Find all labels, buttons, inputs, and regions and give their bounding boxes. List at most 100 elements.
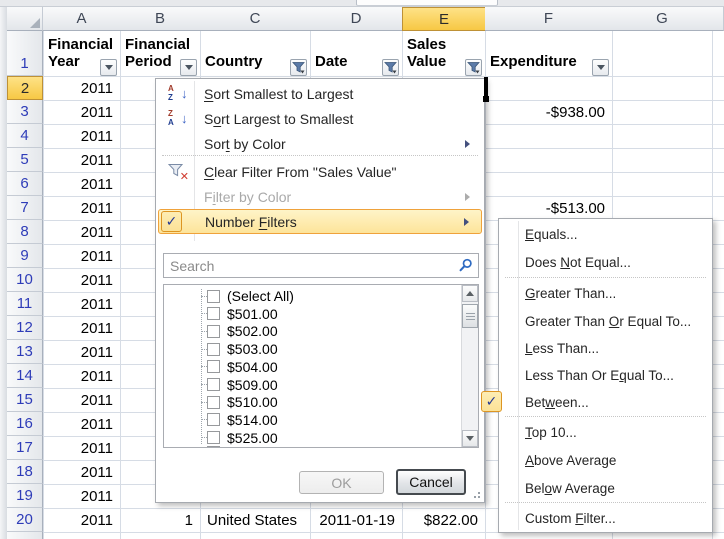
cell-a3[interactable]: 2011 — [44, 101, 120, 124]
filter-value-item[interactable]: (Select All) — [164, 287, 460, 305]
row-header-5[interactable]: 5 — [7, 148, 43, 172]
value-checkbox[interactable] — [207, 290, 220, 303]
cell-a4[interactable]: 2011 — [44, 125, 120, 148]
column-header-a[interactable]: A — [43, 7, 121, 31]
value-checkbox[interactable] — [207, 413, 220, 426]
cell-a19[interactable]: 2011 — [44, 485, 120, 508]
active-cell-fill-handle[interactable] — [483, 96, 489, 102]
cell-a10[interactable]: 2011 — [44, 269, 120, 292]
filter-value-item[interactable]: $525.00 — [164, 429, 460, 447]
filter-button-f[interactable] — [592, 59, 609, 76]
menu-item-sort-by-color[interactable]: Sort by Color — [158, 131, 482, 156]
row-header-18[interactable]: 18 — [7, 460, 43, 484]
value-checkbox[interactable] — [207, 307, 220, 320]
row-header-11[interactable]: 11 — [7, 292, 43, 316]
list-scrollbar[interactable] — [461, 285, 478, 447]
row-header-13[interactable]: 13 — [7, 340, 43, 364]
column-header-c[interactable]: C — [200, 7, 311, 31]
menu-item-sort-largest-to-smallest[interactable]: Sort Largest to SmallestZA↓ — [158, 106, 482, 131]
filter-value-item[interactable]: $503.00 — [164, 340, 460, 358]
cell-a16[interactable]: 2011 — [44, 413, 120, 436]
row-header-10[interactable]: 10 — [7, 268, 43, 292]
submenu-item-custom-filter[interactable]: Custom Filter... — [501, 505, 710, 532]
cell-f3[interactable]: -$938.00 — [486, 101, 612, 124]
row-header-3[interactable]: 3 — [7, 100, 43, 124]
cell-a7[interactable]: 2011 — [44, 197, 120, 220]
filter-button-d[interactable] — [382, 59, 399, 76]
cell-a11[interactable]: 2011 — [44, 293, 120, 316]
resize-grip[interactable] — [471, 489, 481, 499]
filter-value-item[interactable]: $504.00 — [164, 358, 460, 376]
search-icon[interactable] — [458, 258, 473, 273]
row-header-15[interactable]: 15 — [7, 388, 43, 412]
menu-item-sort-smallest-to-largest[interactable]: Sort Smallest to LargestAZ↓ — [158, 81, 482, 106]
filter-value-item[interactable]: $509.00 — [164, 376, 460, 394]
submenu-item-less-than[interactable]: Less Than... — [501, 335, 710, 362]
filter-value-item[interactable]: $502.00 — [164, 322, 460, 340]
filter-value-item[interactable]: $510.00 — [164, 393, 460, 411]
submenu-item-greater-than[interactable]: Greater Than... — [501, 280, 710, 307]
menu-item-number-filters[interactable]: Number Filters✓ — [158, 209, 482, 234]
cell-b20[interactable]: 1 — [121, 509, 200, 532]
cell-a12[interactable]: 2011 — [44, 317, 120, 340]
submenu-item-below-average[interactable]: Below Average — [501, 475, 710, 502]
cell-a13[interactable]: 2011 — [44, 341, 120, 364]
column-header-partial[interactable] — [712, 7, 724, 31]
submenu-item-greater-than-or-equal-to[interactable]: Greater Than Or Equal To... — [501, 308, 710, 335]
cell-a6[interactable]: 2011 — [44, 173, 120, 196]
row-header-9[interactable]: 9 — [7, 244, 43, 268]
submenu-item-less-than-or-equal-to[interactable]: Less Than Or Equal To... — [501, 362, 710, 389]
ok-button[interactable]: OK — [299, 471, 384, 494]
filter-value-item[interactable]: $514.00 — [164, 411, 460, 429]
menu-item-clear-filter-from-sales-value[interactable]: Clear Filter From "Sales Value"✕ — [158, 159, 482, 184]
row-header-12[interactable]: 12 — [7, 316, 43, 340]
filter-button-b[interactable] — [180, 59, 197, 76]
submenu-item-between[interactable]: Between...✓ — [501, 389, 710, 416]
cell-a5[interactable]: 2011 — [44, 149, 120, 172]
filter-value-item[interactable]: $501.00 — [164, 305, 460, 323]
cancel-button[interactable]: Cancel — [396, 469, 466, 495]
row-header-2[interactable]: 2 — [7, 76, 43, 100]
value-checkbox[interactable] — [207, 325, 220, 338]
column-header-d[interactable]: D — [310, 7, 403, 31]
cell-a9[interactable]: 2011 — [44, 245, 120, 268]
column-header-e[interactable]: E — [402, 7, 486, 31]
cell-a2[interactable]: 2011 — [44, 77, 120, 100]
column-header-g[interactable]: G — [612, 7, 713, 31]
cell-d20[interactable]: 2011-01-19 — [311, 509, 402, 532]
submenu-item-above-average[interactable]: Above Average — [501, 447, 710, 474]
scrollbar-thumb[interactable] — [462, 304, 478, 328]
filter-button-a[interactable] — [100, 59, 117, 76]
scroll-down-button[interactable] — [462, 430, 478, 447]
row-header-7[interactable]: 7 — [7, 196, 43, 220]
filter-button-e[interactable] — [465, 59, 482, 76]
cell-a14[interactable]: 2011 — [44, 365, 120, 388]
submenu-item-does-not-equal[interactable]: Does Not Equal... — [501, 249, 710, 276]
value-checkbox[interactable] — [207, 396, 220, 409]
menu-item-filter-by-color[interactable]: Filter by Color — [158, 184, 482, 209]
column-header-f[interactable]: F — [485, 7, 613, 31]
cell-e20[interactable]: $822.00 — [403, 509, 485, 532]
select-all-corner[interactable] — [7, 7, 43, 31]
row-header-4[interactable]: 4 — [7, 124, 43, 148]
cell-a15[interactable]: 2011 — [44, 389, 120, 412]
value-checkbox[interactable] — [207, 343, 220, 356]
filter-button-c[interactable] — [290, 59, 307, 76]
cell-a17[interactable]: 2011 — [44, 437, 120, 460]
value-checkbox[interactable] — [207, 431, 220, 444]
row-header-19[interactable]: 19 — [7, 484, 43, 508]
row-header-6[interactable]: 6 — [7, 172, 43, 196]
submenu-item-top-10[interactable]: Top 10... — [501, 419, 710, 446]
row-header-8[interactable]: 8 — [7, 220, 43, 244]
value-checkbox[interactable] — [207, 360, 220, 373]
scroll-up-button[interactable] — [462, 285, 478, 302]
submenu-item-equals[interactable]: Equals... — [501, 221, 710, 248]
cell-f7[interactable]: -$513.00 — [486, 197, 612, 220]
row-header-16[interactable]: 16 — [7, 412, 43, 436]
row-header-14[interactable]: 14 — [7, 364, 43, 388]
cell-c20[interactable]: United States — [201, 509, 310, 532]
cell-a8[interactable]: 2011 — [44, 221, 120, 244]
search-input[interactable] — [163, 253, 479, 278]
value-checkbox[interactable] — [207, 378, 220, 391]
cell-a20[interactable]: 2011 — [44, 509, 120, 532]
